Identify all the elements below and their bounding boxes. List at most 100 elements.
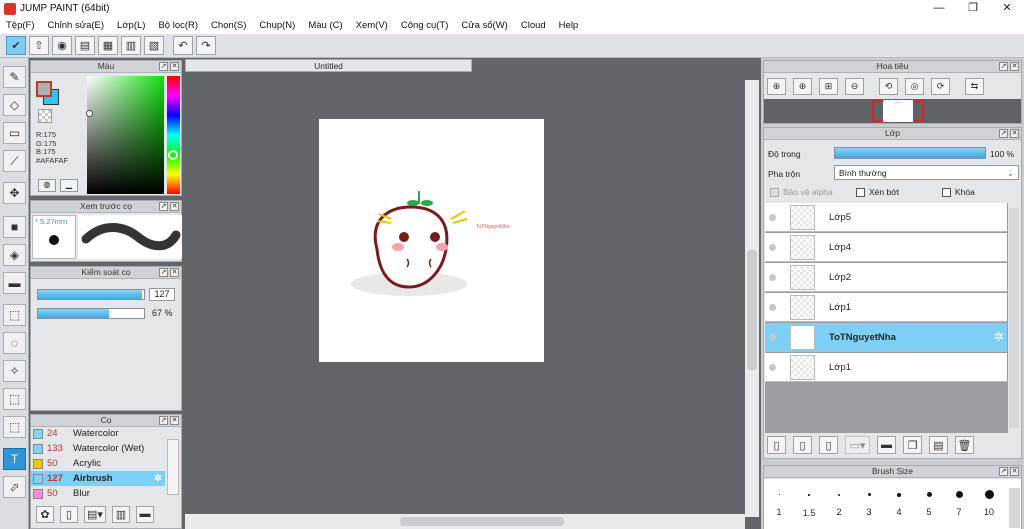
layer-list-scrollbar[interactable] [1009,208,1019,428]
navigator-preview[interactable]: ◠ [764,99,1021,123]
rectangle-tool-icon[interactable]: ▭ [3,122,26,144]
close-button[interactable]: ✕ [990,0,1024,17]
brush-menu-icon[interactable]: ▤▾ [84,505,106,523]
redo-icon[interactable]: ↷ [196,36,216,55]
panel-close-icon[interactable]: ✕ [170,416,179,425]
protect-alpha-checkbox[interactable]: Bảo vệ alpha [770,187,833,198]
move-tool-icon[interactable]: ✥ [3,182,26,204]
menu-filter[interactable]: Bộ lọc(R) [158,20,198,31]
brush-size-slider[interactable] [37,289,145,300]
new-layer-icon[interactable]: ▯ [767,436,786,454]
brush-size-cell[interactable]: 4 [884,484,914,524]
cloud-check-icon[interactable]: ✔ [6,36,26,55]
layer-type-menu-icon[interactable]: ▭▾ [845,436,870,454]
brush-size-cell[interactable]: 1.5 [794,484,824,524]
rotate-right-icon[interactable]: ⟳ [931,78,950,95]
brush-size-cell[interactable]: 7 [944,484,974,524]
maximize-button[interactable]: ❐ [956,0,990,17]
brush-stroke-tool-icon[interactable]: ⟋ [3,150,26,172]
undo-icon[interactable]: ↶ [173,36,193,55]
menu-color[interactable]: Màu (C) [308,20,342,31]
eraser-tool-icon[interactable]: ◇ [3,94,26,116]
brush-list-item-selected[interactable]: 127 Airbrush ✲ [31,471,165,486]
clip-checkbox[interactable]: Xén bớt [856,187,899,198]
duplicate-layer-icon[interactable]: ❐ [903,436,922,454]
panel-float-icon[interactable]: ↗ [159,416,168,425]
layer-row-selected[interactable]: ToTNguyetNha ✲ [765,323,1007,352]
pen-tool-icon[interactable]: ✎ [3,66,26,88]
settings-icon[interactable]: ▧ [144,36,164,55]
transparent-color-swatch[interactable] [38,109,52,123]
panel-float-icon[interactable]: ↗ [159,202,168,211]
flip-icon[interactable]: ⇆ [965,78,984,95]
panel-float-icon[interactable]: ↗ [999,129,1008,138]
menu-edit[interactable]: Chỉnh sửa(E) [48,20,105,31]
delete-layer-icon[interactable]: 🗑 [955,436,974,454]
brush-size-cell[interactable]: 5 [914,484,944,524]
new-halftone-layer-icon[interactable]: ▯ [819,436,838,454]
layer-row[interactable]: Lớp5 [765,203,1007,232]
zoom-fit-icon[interactable]: ⊞ [819,78,838,95]
layer-visibility-icon[interactable] [769,304,776,311]
layer-row[interactable]: Lớp4 [765,233,1007,262]
panel-close-icon[interactable]: ✕ [170,268,179,277]
rotate-reset-icon[interactable]: ◎ [905,78,924,95]
brush-list-item[interactable]: 50 Acrylic [31,456,165,471]
menu-capture[interactable]: Chụp(N) [259,20,295,31]
canvas-tab[interactable]: Untitled [185,59,472,72]
select-eraser-tool-icon[interactable]: ⬚ [3,416,26,438]
zoom-out-icon[interactable]: ⊖ [845,78,864,95]
rect-select-tool-icon[interactable]: ⬚ [3,304,26,326]
brush-edit-icon[interactable]: ▥ [112,505,130,523]
menu-help[interactable]: Help [559,20,579,31]
brush-size-scrollbar[interactable] [1009,488,1020,528]
panel-float-icon[interactable]: ↗ [159,268,168,277]
panel-float-icon[interactable]: ↗ [999,62,1008,71]
menu-view[interactable]: Xem(V) [356,20,388,31]
brush-folder-icon[interactable]: ▬ [136,505,154,523]
new-folder-icon[interactable]: ▬ [877,436,896,454]
bucket-tool-icon[interactable]: ◈ [3,244,26,266]
layer-row[interactable]: Lớp1 [765,293,1007,322]
operation-tool-icon[interactable]: ⬀ [3,476,26,498]
menu-layer[interactable]: Lớp(L) [117,20,145,31]
canvas-vscroll-thumb[interactable] [747,250,757,370]
new-brush-icon[interactable]: ▯ [60,505,78,523]
color-menu-icon[interactable]: ▁ [60,179,78,192]
canvas-horizontal-scrollbar[interactable] [185,514,745,529]
brush-list-scrollbar[interactable] [167,439,179,495]
message-icon[interactable]: ▤ [75,36,95,55]
layer-visibility-icon[interactable] [769,334,776,341]
menu-file[interactable]: Tệp(F) [6,20,35,31]
fill-rect-tool-icon[interactable]: ■ [3,216,26,238]
brush-opacity-slider[interactable] [37,308,145,319]
hue-slider-handle[interactable] [168,150,178,160]
document-icon[interactable]: ▥ [121,36,141,55]
lasso-tool-icon[interactable]: ◌ [3,332,26,354]
magic-wand-tool-icon[interactable]: ✧ [3,360,26,382]
panel-close-icon[interactable]: ✕ [1010,467,1019,476]
text-tool-icon[interactable]: T [3,448,26,470]
panel-close-icon[interactable]: ✕ [1010,129,1019,138]
brush-group-icon[interactable]: ✿ [36,505,54,523]
menu-select[interactable]: Chọn(S) [211,20,246,31]
zoom-actual-icon[interactable]: ⊕ [793,78,812,95]
brush-size-cell[interactable]: 2 [824,484,854,524]
layer-visibility-icon[interactable] [769,244,776,251]
panel-close-icon[interactable]: ✕ [170,202,179,211]
brush-size-input[interactable]: 127 [149,288,175,301]
brush-list-item[interactable]: 133 Watercolor (Wet) [31,441,165,456]
share-icon[interactable]: ⇧ [29,36,49,55]
layer-row[interactable]: Lớp2 [765,263,1007,292]
palette-icon[interactable]: ◍ [38,179,56,192]
gear-icon[interactable]: ✲ [993,329,1004,345]
layer-visibility-icon[interactable] [769,274,776,281]
layer-opacity-slider[interactable] [834,147,986,159]
menu-cloud[interactable]: Cloud [521,20,546,31]
brush-size-cell[interactable]: 10 [974,484,1004,524]
panel-float-icon[interactable]: ↗ [159,62,168,71]
brush-list-item[interactable]: 24 Watercolor [31,426,165,441]
sv-picker-handle[interactable] [86,110,93,117]
hue-slider[interactable] [167,76,180,194]
panel-float-icon[interactable]: ↗ [999,467,1008,476]
